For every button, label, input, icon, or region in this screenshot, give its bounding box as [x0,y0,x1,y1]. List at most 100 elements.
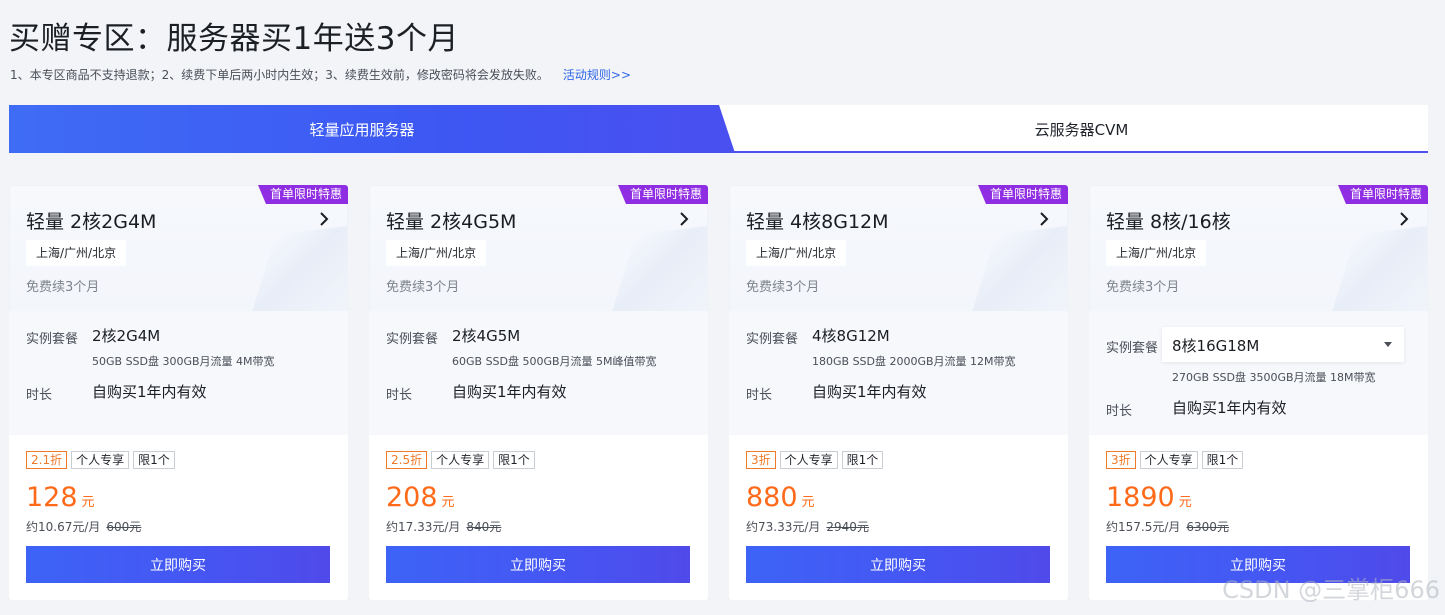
product-card: 首单限时特惠 轻量 4核8G12M 上海/广州/北京 免费续3个月 实例套餐 4… [729,185,1068,600]
tab-cvm[interactable]: 云服务器CVM [735,105,1428,153]
product-tabs: 轻量应用服务器 云服务器CVM [9,105,1428,153]
spec-section: 实例套餐 8核16G18M 270GB SSD盘 3500GB月流量 18M带宽… [1089,311,1428,435]
personal-tag: 个人专享 [1139,451,1198,469]
spec-detail: 180GB SSD盘 2000GB月流量 12M带宽 [812,355,1016,368]
price-unit: 元 [1178,495,1192,510]
spec-label: 实例套餐 [746,332,799,347]
renew-note: 免费续3个月 [26,280,100,295]
price-value: 208 [386,482,438,513]
price-detail: 约17.33元/月 840元 [386,518,501,535]
watermark: CSDN @三掌柜666 [1222,576,1440,604]
limit-tag: 限1个 [841,451,884,469]
chevron-right-icon[interactable] [1038,211,1050,227]
tag-row: 2.1折 个人专享 限1个 [26,451,175,469]
price-unit: 元 [81,495,95,510]
limit-tag: 限1个 [133,451,175,469]
renew-note: 免费续3个月 [386,280,460,295]
buy-button[interactable]: 立即购买 [26,546,330,583]
price: 1890 元 [1106,482,1192,513]
duration-value: 自购买1年内有效 [812,383,927,401]
spec-select[interactable]: 8核16G18M [1162,327,1404,362]
price-value: 880 [746,482,798,513]
spec-label: 实例套餐 [386,332,439,347]
spec-label: 实例套餐 [1106,341,1159,356]
discount-tag: 3折 [1106,451,1136,469]
region-tag: 上海/广州/北京 [1106,240,1207,266]
original-price: 2940元 [826,520,869,534]
promo-badge: 首单限时特惠 [977,185,1068,204]
price-detail: 约73.33元/月 2940元 [746,518,869,535]
spec-detail: 270GB SSD盘 3500GB月流量 18M带宽 [1172,371,1376,384]
spec-section: 实例套餐 4核8G12M 180GB SSD盘 2000GB月流量 12M带宽 … [729,311,1068,435]
duration-label: 时长 [746,388,773,403]
spec-detail: 50GB SSD盘 300GB月流量 4M带宽 [92,355,275,368]
duration-label: 时长 [26,388,53,403]
promo-badge: 首单限时特惠 [257,185,348,204]
duration-value: 自购买1年内有效 [1172,399,1287,417]
price-value: 1890 [1106,482,1175,513]
price: 208 元 [386,482,455,513]
notice-text: 1、本专区商品不支持退款；2、续费下单后两小时内生效；3、续费生效前，修改密码将… [10,66,631,83]
region-tag: 上海/广州/北京 [26,240,127,266]
price-detail: 约10.67元/月 600元 [26,518,141,535]
duration-value: 自购买1年内有效 [452,383,567,401]
chevron-right-icon[interactable] [318,211,330,227]
caret-down-icon [1384,342,1392,347]
price: 128 元 [26,482,95,513]
personal-tag: 个人专享 [779,451,838,469]
spec-section: 实例套餐 2核2G4M 50GB SSD盘 300GB月流量 4M带宽 时长 自… [9,311,348,435]
page-title: 买赠专区：服务器买1年送3个月 [9,21,459,57]
spec-value: 2核2G4M [92,327,161,345]
per-month-price: 约17.33元/月 [386,520,461,534]
spec-select-value: 8核16G18M [1172,337,1260,355]
product-name: 轻量 2核2G4M [26,211,157,233]
product-card: 首单限时特惠 轻量 2核2G4M 上海/广州/北京 免费续3个月 实例套餐 2核… [9,185,348,600]
product-name: 轻量 4核8G12M [746,211,889,233]
discount-tag: 2.1折 [26,451,68,469]
renew-note: 免费续3个月 [1106,280,1180,295]
spec-value: 4核8G12M [812,327,890,345]
activity-rules-link[interactable]: 活动规则>> [563,68,631,82]
region-tag: 上海/广州/北京 [386,240,487,266]
limit-tag: 限1个 [1201,451,1244,469]
notice-rules: 1、本专区商品不支持退款；2、续费下单后两小时内生效；3、续费生效前，修改密码将… [10,68,549,82]
spec-section: 实例套餐 2核4G5M 60GB SSD盘 500GB月流量 5M峰值带宽 时长… [369,311,708,435]
spec-value: 2核4G5M [452,327,521,345]
tab-lighthouse-label: 轻量应用服务器 [309,120,415,139]
price-detail: 约157.5元/月 6300元 [1106,518,1229,535]
original-price: 840元 [466,520,502,534]
duration-value: 自购买1年内有效 [92,383,207,401]
per-month-price: 约10.67元/月 [26,520,101,534]
buy-button[interactable]: 立即购买 [386,546,690,583]
buy-button[interactable]: 立即购买 [746,546,1050,583]
chevron-right-icon[interactable] [1398,211,1410,227]
promo-badge: 首单限时特惠 [617,185,708,204]
spec-label: 实例套餐 [26,332,79,347]
chevron-right-icon[interactable] [678,211,690,227]
price-unit: 元 [801,495,815,510]
tag-row: 3折 个人专享 限1个 [746,451,884,469]
tab-lighthouse-server[interactable]: 轻量应用服务器 [9,105,735,153]
duration-label: 时长 [386,388,413,403]
product-card: 首单限时特惠 轻量 2核4G5M 上海/广州/北京 免费续3个月 实例套餐 2核… [369,185,708,600]
product-card: 首单限时特惠 轻量 8核/16核 上海/广州/北京 免费续3个月 实例套餐 8核… [1089,185,1428,600]
price-value: 128 [26,482,78,513]
product-name: 轻量 2核4G5M [386,211,517,233]
original-price: 600元 [106,520,142,534]
price: 880 元 [746,482,815,513]
spec-detail: 60GB SSD盘 500GB月流量 5M峰值带宽 [452,355,657,368]
price-unit: 元 [441,495,455,510]
tag-row: 3折 个人专享 限1个 [1106,451,1244,469]
tab-cvm-label: 云服务器CVM [1034,120,1129,139]
discount-tag: 3折 [746,451,776,469]
original-price: 6300元 [1186,520,1229,534]
region-tag: 上海/广州/北京 [746,240,847,266]
renew-note: 免费续3个月 [746,280,820,295]
personal-tag: 个人专享 [71,451,130,469]
personal-tag: 个人专享 [431,451,490,469]
product-name: 轻量 8核/16核 [1106,211,1231,233]
promo-badge: 首单限时特惠 [1337,185,1428,204]
discount-tag: 2.5折 [386,451,428,469]
per-month-price: 约73.33元/月 [746,520,821,534]
per-month-price: 约157.5元/月 [1106,520,1181,534]
